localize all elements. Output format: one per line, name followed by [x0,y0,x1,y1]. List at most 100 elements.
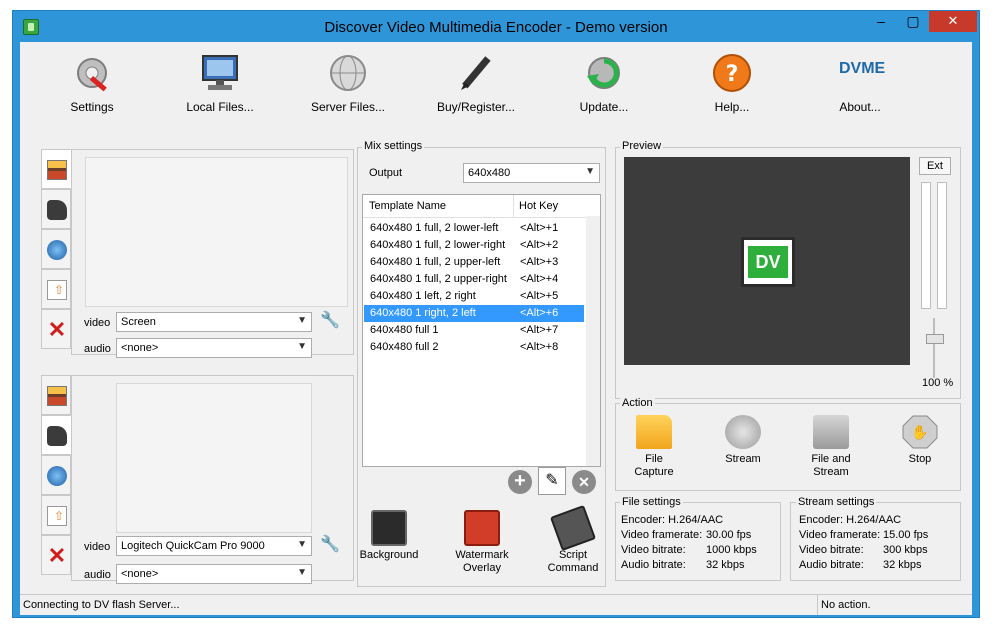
source1-video-select[interactable]: Screen ▼ [116,312,312,332]
stream-framerate-value: 15.00 fps [883,529,929,541]
output-select[interactable]: 640x480 ▼ [463,163,600,183]
watermark-icon [464,510,500,546]
stop-icon: ✋ [902,415,938,449]
file-and-stream-button[interactable]: File and Stream [796,415,866,479]
column-template-name[interactable]: Template Name [369,200,446,212]
wrench-icon[interactable]: 🔧 [320,310,342,332]
source1-video-label: video [84,317,111,329]
template-row[interactable]: 640x480 full 1 <Alt>+7 [364,322,584,339]
globe-icon [47,466,67,486]
template-row[interactable]: 640x480 1 full, 2 lower-left <Alt>+1 [364,220,584,237]
toolbar-server-files-button[interactable]: Server Files... [293,52,403,122]
file-capture-label: File Capture [634,453,674,478]
template-row[interactable]: 640x480 1 full, 2 upper-right <Alt>+4 [364,271,584,288]
globe-icon [327,52,369,94]
ext-button[interactable]: Ext [919,157,951,175]
tab-source1-file[interactable]: ⇧ [41,269,71,309]
title-bar[interactable]: Discover Video Multimedia Encoder - Demo… [13,11,979,42]
script-icon [549,504,597,552]
hot-key-cell: <Alt>+7 [520,324,559,336]
source1-audio-value: <none> [121,342,159,354]
background-button[interactable]: Background [359,510,419,561]
watermark-overlay-button[interactable]: Watermark Overlay [452,510,512,575]
globe-icon [47,240,67,260]
template-list-header: Template Name Hot Key [363,195,600,218]
pen-icon [455,52,497,94]
toolbar-about-button[interactable]: DVME About... [805,52,915,122]
template-list[interactable]: Template Name Hot Key 640x480 1 full, 2 … [362,194,601,467]
remove-icon: ✕ [47,317,67,342]
close-button[interactable]: ✕ [929,11,977,32]
list-scrollbar[interactable] [586,216,600,466]
template-row[interactable]: 640x480 1 right, 2 left <Alt>+6 [364,305,584,322]
client-area: Settings Local Files... Server Files... … [20,42,972,604]
toolbar-label: Buy/Register... [436,100,516,114]
settings-icon [71,52,113,94]
maximize-button[interactable]: ▢ [897,11,929,32]
source2-video-select[interactable]: Logitech QuickCam Pro 9000 ▼ [116,536,312,556]
toolbar-local-files-button[interactable]: Local Files... [165,52,275,122]
source1-audio-select[interactable]: <none> ▼ [116,338,312,358]
source2-audio-select[interactable]: <none> ▼ [116,564,312,584]
tab-source2-remove[interactable]: ✕ [41,535,71,575]
template-row[interactable]: 640x480 1 left, 2 right <Alt>+5 [364,288,584,305]
output-label: Output [369,167,403,179]
audio-level-left [921,182,931,309]
stop-button[interactable]: ✋ Stop [885,415,955,465]
source2-video-value: Logitech QuickCam Pro 9000 [121,540,265,552]
audio-level-right [937,182,947,309]
tab-source2-camera[interactable] [41,415,71,455]
tab-source1-image[interactable] [41,149,71,189]
toolbar-label: About... [839,100,881,114]
toolbar-label: Help... [714,100,750,114]
hot-key-cell: <Alt>+4 [520,273,559,285]
template-row[interactable]: 640x480 1 full, 2 lower-right <Alt>+2 [364,237,584,254]
template-name-cell: 640x480 1 full, 2 lower-left [370,222,499,234]
column-hot-key[interactable]: Hot Key [519,200,558,212]
stream-button[interactable]: Stream [708,415,778,465]
script-command-button[interactable]: Script Command [543,504,603,575]
tab-source1-web[interactable] [41,229,71,269]
source1-video-preview [85,157,348,307]
zoom-slider-thumb[interactable] [926,334,944,344]
update-icon [583,52,625,94]
toolbar-buy-register-button[interactable]: Buy/Register... [421,52,531,122]
camera-icon [47,426,67,446]
minimize-button[interactable]: – [865,11,897,32]
hot-key-cell: <Alt>+6 [520,307,559,319]
chevron-down-icon: ▼ [297,315,307,326]
source2-video-preview [116,383,312,533]
delete-template-icon[interactable]: ✕ [572,470,596,494]
template-name-cell: 640x480 1 left, 2 right [370,290,476,302]
template-name-cell: 640x480 1 full, 2 upper-left [370,256,501,268]
tab-source2-file[interactable]: ⇧ [41,495,71,535]
tab-source1-camera[interactable] [41,189,71,229]
file-framerate-value: 30.00 fps [706,529,752,541]
tab-source2-web[interactable] [41,455,71,495]
stream-settings-title: Stream settings [796,496,877,508]
app-window: Discover Video Multimedia Encoder - Demo… [12,10,980,618]
edit-template-icon[interactable]: ✎ [538,467,566,495]
column-divider [513,195,514,217]
toolbar-update-button[interactable]: Update... [549,52,659,122]
picture-icon [47,160,67,180]
wrench-icon[interactable]: 🔧 [320,534,342,556]
source2-audio-label: audio [84,569,111,581]
file-vbitrate-value: 1000 kbps [706,544,757,556]
hot-key-cell: <Alt>+5 [520,290,559,302]
add-template-icon[interactable]: + [508,470,532,494]
toolbar-help-button[interactable]: ? Help... [677,52,787,122]
file-abitrate-label: Audio bitrate: [621,559,686,571]
template-name-cell: 640x480 full 2 [370,341,439,353]
template-row[interactable]: 640x480 1 full, 2 upper-left <Alt>+3 [364,254,584,271]
tab-source2-image[interactable] [41,375,71,415]
dv-logo-text: DV [748,246,788,278]
file-framerate-label: Video framerate: [621,529,703,541]
hot-key-cell: <Alt>+2 [520,239,559,251]
template-row[interactable]: 640x480 full 2 <Alt>+8 [364,339,584,356]
tab-source1-remove[interactable]: ✕ [41,309,71,349]
background-icon [371,510,407,546]
file-capture-button[interactable]: File Capture [619,415,689,479]
chevron-down-icon: ▼ [297,539,307,550]
toolbar-settings-button[interactable]: Settings [37,52,147,122]
